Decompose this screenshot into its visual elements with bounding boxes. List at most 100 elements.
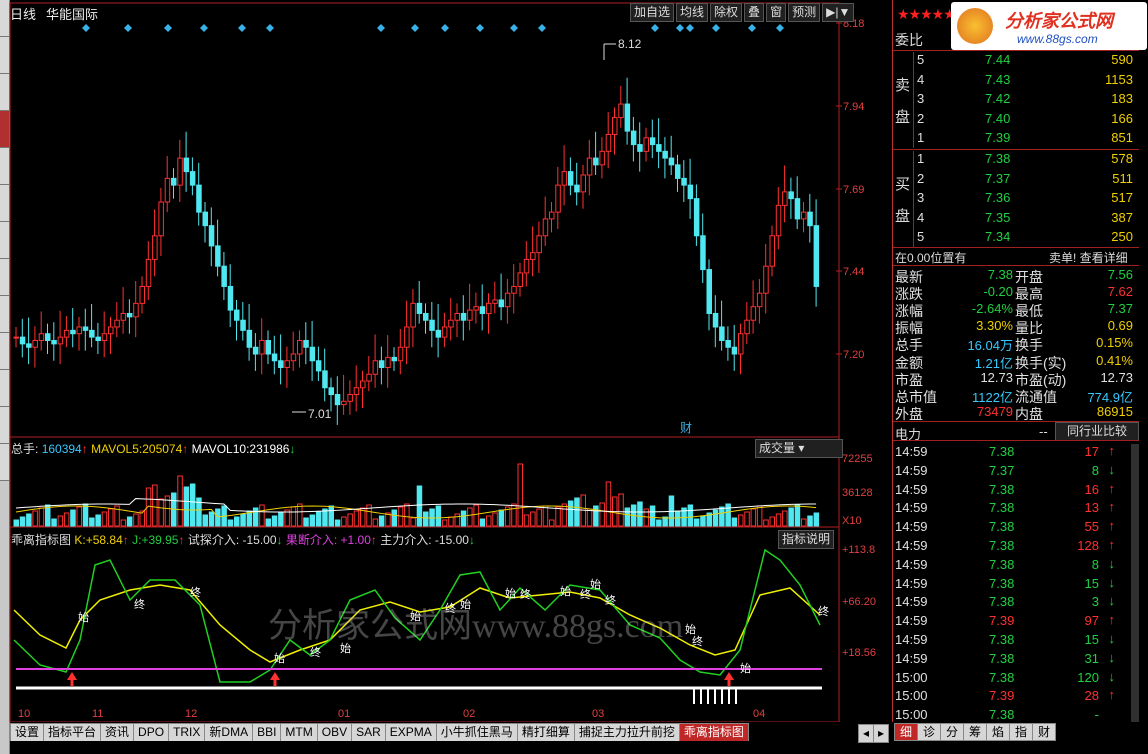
order-book-row[interactable]: 2 7.37 511 [893, 170, 1137, 189]
indicator-tab-13[interactable]: 捕捉主力拉升前挖 [573, 723, 680, 741]
panel-tab-3[interactable]: 筹 [963, 723, 987, 741]
candle-body [366, 373, 372, 382]
indicator-tab-6[interactable]: BBI [252, 723, 282, 741]
stat-value: 86915 [1096, 403, 1133, 419]
panel-tab-6[interactable]: 财 [1032, 723, 1056, 741]
volume-bar [133, 513, 139, 527]
volume-bar [152, 484, 158, 527]
indicator-tab-2[interactable]: 资讯 [100, 723, 135, 741]
toolbar-button-5[interactable]: 预测 [788, 3, 821, 22]
tick-price: 7.39 [989, 688, 1015, 704]
tick-time: 14:59 [895, 444, 928, 459]
candle-body [624, 103, 631, 132]
indicator-axis-label: +113.8 [842, 544, 875, 556]
logo: 分析家公式网 www.88gs.com [951, 2, 1147, 50]
candle-body [271, 353, 278, 362]
toolbar-button-2[interactable]: 除权 [710, 3, 743, 22]
order-book-row[interactable]: 4 7.43 1153 [893, 71, 1137, 90]
panel-tab-5[interactable]: 指 [1009, 723, 1033, 741]
volume-bar [719, 506, 725, 527]
order-book-row[interactable]: 3 7.42 183 [893, 90, 1137, 109]
arrow-up-icon: ↑ [178, 533, 185, 547]
sell-order-detail-link[interactable]: 卖单! 查看详细 [1049, 249, 1128, 266]
indicator-tab-9[interactable]: SAR [351, 723, 386, 741]
candlesticks [13, 43, 820, 425]
mavol10-value: 231986 [249, 442, 290, 456]
indicator-tab-1[interactable]: 指标平台 [43, 723, 102, 741]
candle-body [297, 339, 303, 355]
toolbar-button-1[interactable]: 均线 [676, 3, 709, 22]
toolbar-button-0[interactable]: 加自选 [630, 3, 675, 22]
stat-value: 7.56 [1107, 267, 1133, 282]
high-price-mark: 8.12 [618, 37, 642, 51]
indicator-tab-10[interactable]: EXPMA [384, 723, 437, 741]
indicator-tab-3[interactable]: DPO [133, 723, 170, 741]
arrow-down-icon: ↓ [1108, 668, 1116, 684]
indicator-tab-0[interactable]: 设置 [10, 723, 45, 741]
candle-body [725, 339, 731, 348]
panel-tab-0[interactable]: 细 [894, 723, 918, 741]
order-book-row[interactable]: 2 7.40 166 [893, 110, 1137, 129]
tick-row: 14:59 7.38 17 ↑ [893, 443, 1137, 462]
toolbar-button-3[interactable]: 叠 [744, 3, 765, 22]
ticks-scrollbar[interactable] [1131, 444, 1139, 722]
volume-bar [744, 511, 750, 527]
panel-tab-1[interactable]: 诊 [917, 723, 941, 741]
rating-stars-icon: ★★★★★ [897, 6, 956, 22]
panel-tab-2[interactable]: 分 [940, 723, 964, 741]
stock-name: 华能国际 [46, 7, 99, 22]
order-book-row[interactable]: 5 7.44 590 [893, 51, 1137, 70]
tick-row: 14:59 7.38 3 ↓ [893, 593, 1137, 612]
volume-bar [278, 512, 284, 527]
book-price: 7.43 [985, 71, 1011, 87]
volume-bar [542, 505, 549, 527]
order-book-row[interactable]: 1 7.38 578 [893, 150, 1137, 169]
volume-bar [372, 518, 379, 527]
tick-time: 14:59 [895, 538, 928, 553]
signal-diamond-icon [411, 24, 419, 32]
candle-body [126, 312, 133, 318]
order-book-row[interactable]: 3 7.36 517 [893, 189, 1137, 208]
book-level: 4 [917, 71, 925, 87]
indicator-tab-14[interactable]: 乖离指标图 [678, 723, 749, 741]
panel-tab-4[interactable]: 焰 [986, 723, 1010, 741]
book-level: 5 [917, 52, 925, 67]
scroll-right-icon[interactable]: ▸ [873, 724, 889, 743]
volume-bar [38, 507, 45, 527]
tick-time: 15:00 [895, 707, 928, 723]
volume-legend: 总手: 160394↑ MAVOL5:205074↑ MAVOL10:23198… [11, 440, 295, 457]
period-label[interactable]: 日线 [10, 7, 36, 22]
candle-body [693, 198, 700, 237]
scroll-left-icon[interactable]: ◂ [858, 724, 874, 743]
indicator-tab-12[interactable]: 精打细算 [516, 723, 575, 741]
volume-bar [605, 481, 612, 527]
signal-diamond-icon [377, 24, 385, 32]
book-volume: 166 [1111, 110, 1133, 126]
order-book-row[interactable]: 1 7.39 851 [893, 129, 1137, 148]
industry-compare-button[interactable]: 同行业比较 [1055, 422, 1139, 441]
volume-bar [599, 502, 605, 527]
volume-bar [807, 515, 813, 527]
tick-price: 7.38 [989, 669, 1015, 685]
book-level: 3 [917, 190, 925, 205]
candle-body [152, 235, 158, 260]
indicator-help-button[interactable]: 指标说明 [778, 530, 835, 549]
candle-body [454, 312, 460, 321]
volume-indicator-select[interactable]: 成交量 ▾ [755, 439, 843, 458]
order-book-row[interactable]: 4 7.35 387 [893, 209, 1137, 228]
volume-bar [13, 519, 19, 527]
toolbar-button-6[interactable]: ▶|▼ [822, 3, 855, 22]
quote-panel: ★★★★★ 分析家公式网 www.88gs.com 委比 卖 盘 5 7.44 59… [892, 0, 1148, 722]
indicator-tab-8[interactable]: OBV [316, 723, 353, 741]
volume-bar [334, 519, 341, 527]
indicator-tab-11[interactable]: 小牛抓住黑马 [435, 723, 518, 741]
indicator-tab-7[interactable]: MTM [280, 723, 318, 741]
price-axis-label: 7.69 [843, 184, 864, 196]
volume-bar [712, 509, 719, 527]
candle-body [76, 326, 82, 335]
indicator-tab-4[interactable]: TRIX [168, 723, 206, 741]
toolbar-button-4[interactable]: 窗 [766, 3, 787, 22]
indicator-tab-5[interactable]: 新DMA [204, 723, 254, 741]
candle-body [145, 258, 152, 287]
order-book-row[interactable]: 5 7.34 250 [893, 228, 1137, 247]
